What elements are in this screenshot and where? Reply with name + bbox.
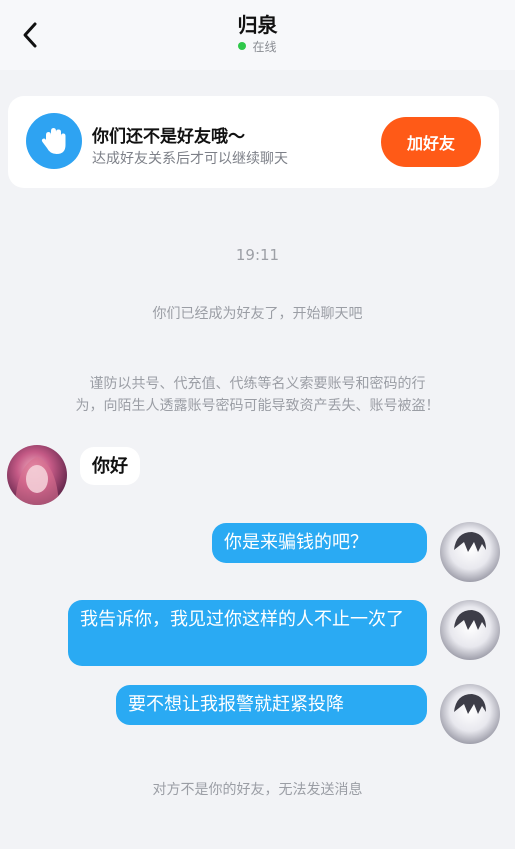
chat-title: 归泉 [237, 13, 278, 37]
security-warning-line: 谨防以共号、代充值、代练等名义索要账号和密码的行 [89, 376, 426, 392]
card-title: 你们还不是好友哦～ [92, 127, 245, 147]
add-friend-button[interactable]: 加好友 [381, 117, 481, 167]
my-avatar[interactable] [440, 522, 500, 582]
message-bubble-outgoing[interactable]: 要不想让我报警就赶紧投降 [116, 685, 427, 725]
security-warning: 谨防以共号、代充值、代练等名义索要账号和密码的行 为，向陌生人透露账号密码可能导… [20, 373, 495, 417]
contact-avatar[interactable] [7, 445, 67, 505]
header-title-block: 归泉 在线 [0, 12, 515, 55]
online-status: 在线 [0, 39, 515, 55]
card-subtitle: 达成好友关系后才可以继续聊天 [92, 151, 288, 167]
message-bubble-outgoing[interactable]: 你是来骗钱的吧？ [212, 523, 427, 563]
not-friends-card: 你们还不是好友哦～ 达成好友关系后才可以继续聊天 加好友 [8, 96, 499, 188]
cannot-send-notice: 对方不是你的好友，无法发送消息 [152, 782, 363, 798]
hand-wave-icon [26, 113, 82, 169]
my-avatar[interactable] [440, 684, 500, 744]
online-status-label: 在线 [252, 40, 277, 54]
security-warning-line: 为，向陌生人透露账号密码可能导致资产丢失、账号被盗！ [75, 398, 440, 414]
message-bubble-incoming[interactable]: 你好 [80, 447, 140, 485]
my-avatar[interactable] [440, 600, 500, 660]
message-bubble-outgoing[interactable]: 我告诉你，我见过你这样的人不止一次了 [68, 600, 427, 666]
chat-header: 归泉 在线 [0, 0, 515, 70]
online-dot-icon [238, 42, 247, 50]
friend-notice: 你们已经成为好友了，开始聊天吧 [152, 306, 363, 322]
message-timestamp: 19:11 [235, 246, 280, 264]
